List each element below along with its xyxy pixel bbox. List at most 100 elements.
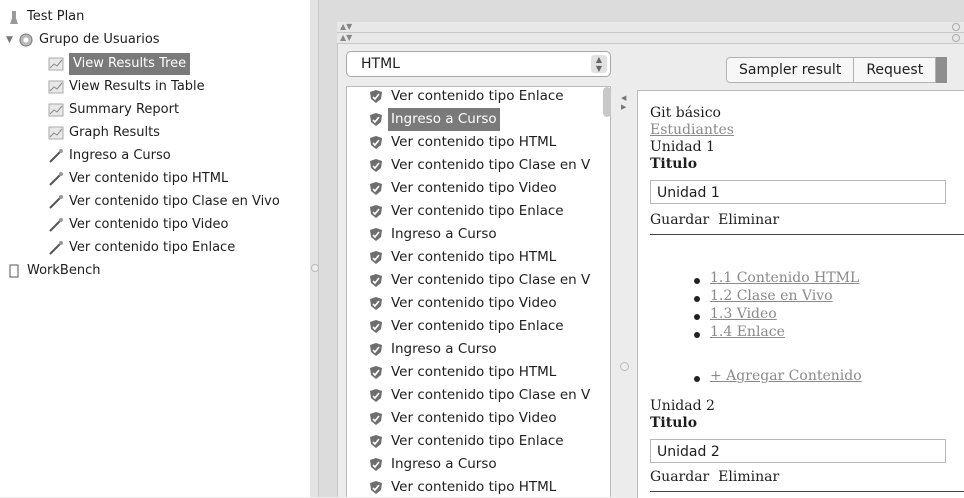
sample-list-item[interactable]: Ver contenido tipo HTML [347, 131, 556, 154]
collapsed-section-1[interactable]: ▲▼ [337, 22, 964, 33]
tree-item-label: Test Plan [27, 9, 85, 24]
sample-list-item[interactable]: Ver contenido tipo Clase en V [347, 384, 590, 407]
tab-sampler-result[interactable]: Sampler result [726, 57, 855, 83]
tab-response-data[interactable] [936, 57, 948, 83]
sample-list-item[interactable]: Ver contenido tipo HTML [347, 361, 556, 384]
expand-arrows-icon[interactable]: ▲▼ [340, 22, 352, 32]
tree-item-label: Grupo de Usuarios [39, 32, 160, 47]
sample-list-item[interactable]: Ver contenido tipo Video [347, 292, 557, 315]
sample-label: Ver contenido tipo Enlace [391, 318, 564, 334]
add-content-link[interactable]: + Agregar Contenido [710, 368, 862, 384]
tree-item-workbench[interactable]: WorkBench [6, 260, 100, 282]
results-splitter[interactable]: ◀ ▶ [614, 44, 636, 497]
sample-list-item[interactable]: Ver contenido tipo Clase en V [347, 154, 590, 177]
sample-label: Ingreso a Curso [391, 226, 497, 242]
sample-list-item[interactable]: Ver contenido tipo Video [347, 177, 557, 200]
chart-icon [48, 56, 64, 72]
expand-arrow-icon[interactable]: ▼ [6, 29, 18, 51]
unit-name: Unidad 2 [650, 398, 715, 414]
sample-list-item[interactable]: Ver contenido tipo Enlace [347, 200, 564, 223]
unit-name: Unidad 1 [650, 139, 715, 155]
tree-item-label: Summary Report [69, 102, 180, 117]
tree-item-view-results-tree[interactable]: View Results Tree [48, 53, 191, 75]
success-shield-icon [370, 389, 382, 402]
pipette-icon [48, 148, 64, 164]
html-render-panel: Git básico Estudiantes Unidad 1 Titulo U… [637, 90, 964, 498]
divider [650, 491, 964, 492]
split-arrows-icon[interactable]: ◀ ▶ [621, 94, 626, 112]
tree-item-label: Graph Results [69, 125, 160, 140]
success-shield-icon [370, 182, 382, 195]
content-link[interactable]: 1.1 Contenido HTML [710, 270, 859, 286]
tree-item-summary-report[interactable]: Summary Report [48, 99, 179, 121]
sample-list-item[interactable]: Ver contenido tipo Enlace [347, 315, 564, 338]
list-scrollbar-thumb[interactable] [603, 87, 611, 117]
unit-title-input[interactable]: Unidad 2 [650, 439, 946, 463]
divider [650, 234, 964, 235]
splitter-handle-icon[interactable] [311, 264, 319, 272]
chart-icon [48, 125, 64, 141]
splitter-handle-icon[interactable] [620, 362, 629, 371]
bullet-icon [694, 314, 700, 320]
sample-label: Ingreso a Curso [391, 341, 497, 357]
breadcrumb-link[interactable]: Estudiantes [650, 122, 734, 138]
sample-list-item[interactable]: Ingreso a Curso [347, 338, 497, 361]
pipette-icon [48, 194, 64, 210]
tree-item-grupo-de-usuarios[interactable]: ▼ Grupo de Usuarios [6, 29, 160, 51]
sample-label: Ver contenido tipo Clase en V [391, 157, 591, 173]
renderer-select[interactable]: HTML ▲ ▼ [346, 51, 611, 77]
success-shield-icon [370, 228, 382, 241]
tree-item-graph-results[interactable]: Graph Results [48, 122, 160, 144]
unit-actions: Guardar Eliminar [650, 469, 779, 485]
sample-list-item[interactable]: Ingreso a Curso [347, 453, 497, 476]
sample-list-item[interactable]: Ingreso a Curso [347, 108, 500, 131]
tree-item-test-plan[interactable]: Test Plan [6, 6, 84, 28]
unit-title-input[interactable]: Unidad 1 [650, 180, 946, 204]
sample-label: Ver contenido tipo Clase en V [391, 387, 591, 403]
save-button[interactable]: Guardar [650, 212, 709, 228]
save-button[interactable]: Guardar [650, 469, 709, 485]
page-heading: Git básico [650, 105, 721, 121]
tree-item-ver-contenido-html[interactable]: Ver contenido tipo HTML [48, 168, 228, 190]
sample-label: Ver contenido tipo HTML [391, 249, 557, 265]
content-link[interactable]: 1.4 Enlace [710, 324, 785, 340]
test-plan-tree: Test Plan ▼ Grupo de Usuarios View Resul… [0, 0, 311, 497]
success-shield-icon [370, 274, 382, 287]
success-shield-icon [370, 458, 382, 471]
tree-item-label: View Results Tree [69, 53, 191, 75]
pipette-icon [48, 217, 64, 233]
delete-button[interactable]: Eliminar [718, 469, 779, 485]
collapsed-section-2[interactable]: ▲▼ [337, 33, 964, 44]
tree-item-label: Ver contenido tipo Clase en Vivo [69, 194, 280, 209]
collapse-handle-icon[interactable] [952, 23, 960, 31]
sample-list-item[interactable]: Ver contenido tipo HTML [347, 246, 556, 269]
tree-item-ver-contenido-enlace[interactable]: Ver contenido tipo Enlace [48, 237, 235, 259]
renderer-select-value: HTML [361, 56, 400, 72]
expand-arrows-icon[interactable]: ▲▼ [340, 33, 352, 43]
tree-item-ver-contenido-video[interactable]: Ver contenido tipo Video [48, 214, 228, 236]
sample-list-item[interactable]: Ver contenido tipo Enlace [347, 87, 564, 108]
success-shield-icon [370, 343, 382, 356]
tree-item-view-results-in-table[interactable]: View Results in Table [48, 76, 205, 98]
success-shield-icon [370, 435, 382, 448]
chart-icon [48, 102, 64, 118]
collapse-handle-icon[interactable] [952, 34, 960, 42]
success-shield-icon [370, 159, 382, 172]
tree-splitter[interactable] [310, 0, 319, 497]
content-link[interactable]: 1.3 Video [710, 306, 777, 322]
sample-list-item[interactable]: Ver contenido tipo Enlace [347, 430, 564, 453]
tree-item-ver-contenido-clase-en-vivo[interactable]: Ver contenido tipo Clase en Vivo [48, 191, 280, 213]
pipette-icon [48, 171, 64, 187]
sample-list-item[interactable]: Ver contenido tipo HTML [347, 476, 556, 497]
content-link[interactable]: 1.2 Clase en Vivo [710, 288, 833, 304]
sample-list-item[interactable]: Ver contenido tipo Video [347, 407, 557, 430]
tree-item-ingreso-a-curso[interactable]: Ingreso a Curso [48, 145, 171, 167]
sample-label: Ver contenido tipo Video [391, 295, 557, 311]
sample-results-list[interactable]: Ver contenido tipo Enlace Ingreso a Curso… [346, 86, 611, 497]
sample-label: Ingreso a Curso [388, 108, 500, 131]
tab-request[interactable]: Request [854, 57, 937, 83]
sample-list-item[interactable]: Ver contenido tipo Clase en V [347, 269, 590, 292]
sample-list-item[interactable]: Ingreso a Curso [347, 223, 497, 246]
sample-label: Ver contenido tipo HTML [391, 134, 557, 150]
delete-button[interactable]: Eliminar [718, 212, 779, 228]
